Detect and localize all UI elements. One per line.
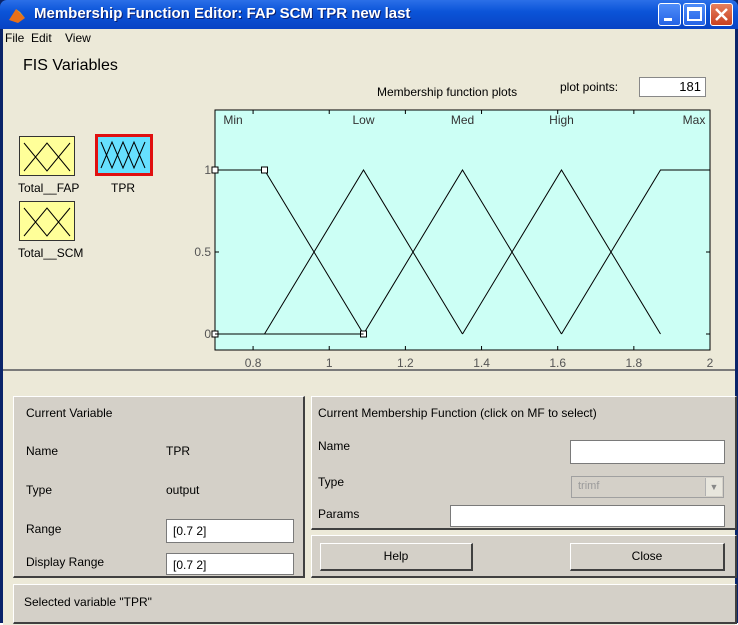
matlab-logo-icon (9, 9, 25, 23)
variable-type-value: output (166, 483, 200, 497)
mf-handle (211, 166, 219, 174)
current-mf-title: Current Membership Function (click on MF… (318, 406, 597, 420)
close-window-button[interactable] (710, 3, 733, 26)
client-area: File Edit View FIS Variables Total__FAP … (3, 29, 737, 625)
menu-edit[interactable]: Edit (31, 31, 52, 45)
chevron-down-icon[interactable]: ▼ (705, 478, 722, 496)
mf-label-med: Med (451, 113, 474, 127)
x-tick-label: 1.6 (549, 356, 566, 369)
mf-label-min: Min (223, 113, 242, 127)
variable-name-label: Name (26, 444, 59, 458)
x-tick-label: 1.2 (397, 356, 414, 369)
membership-function-plot[interactable]: 0.811.21.41.61.8200.51output variable "T… (3, 47, 735, 369)
x-tick-label: 1.4 (473, 356, 490, 369)
button-panel: Help Close (311, 535, 737, 578)
mf-type-select[interactable]: trimf ▼ (571, 476, 724, 498)
x-tick-label: 0.8 (245, 356, 262, 369)
minimize-button[interactable] (658, 3, 681, 26)
variable-type-label: Type (26, 483, 53, 497)
mf-handle (261, 166, 268, 174)
status-bar: Selected variable "TPR" (13, 584, 737, 624)
close-icon (715, 8, 728, 21)
menu-file[interactable]: File (5, 31, 24, 45)
current-variable-panel: Current Variable Name TPR Type output Ra… (13, 396, 305, 578)
current-mf-panel: Current Membership Function (click on MF… (311, 396, 737, 530)
application-window: Membership Function Editor: FAP SCM TPR … (0, 0, 738, 625)
mf-name-input[interactable] (570, 440, 725, 464)
y-tick-label: 1 (204, 163, 211, 177)
x-tick-label: 1.8 (626, 356, 643, 369)
x-tick-label: 2 (707, 356, 714, 369)
mf-name-label: Name (318, 439, 351, 453)
current-variable-title: Current Variable (26, 406, 113, 420)
plot-background (214, 109, 711, 351)
y-tick-label: 0 (204, 327, 211, 341)
menu-bar: File Edit View (3, 29, 735, 47)
window-title: Membership Function Editor: FAP SCM TPR … (34, 5, 411, 22)
help-button[interactable]: Help (320, 543, 473, 571)
mf-params-input[interactable] (450, 505, 725, 527)
title-bar[interactable]: Membership Function Editor: FAP SCM TPR … (0, 0, 738, 29)
display-range-label: Display Range (26, 555, 105, 569)
mf-label-max: Max (683, 113, 706, 127)
maximize-icon (687, 7, 702, 21)
range-label: Range (26, 522, 62, 536)
mf-type-value: trimf (578, 480, 600, 492)
x-tick-label: 1 (326, 356, 333, 369)
menu-view[interactable]: View (65, 31, 91, 45)
plot-area: FIS Variables Total__FAP TPR Total__SCM … (3, 47, 735, 369)
y-tick-label: 0.5 (194, 245, 211, 259)
editor-controls: Current Variable Name TPR Type output Ra… (3, 369, 737, 625)
variable-name-value: TPR (166, 444, 190, 458)
display-range-input[interactable]: [0.7 2] (166, 553, 294, 575)
status-text: Selected variable "TPR" (24, 595, 152, 609)
maximize-button[interactable] (683, 3, 706, 26)
mf-label-high: High (549, 113, 574, 127)
minimize-icon (664, 18, 672, 21)
mf-type-label: Type (318, 475, 345, 489)
range-input[interactable]: [0.7 2] (166, 519, 294, 543)
mf-label-low: Low (352, 113, 374, 127)
mf-params-label: Params (318, 507, 360, 521)
close-button[interactable]: Close (570, 543, 725, 571)
